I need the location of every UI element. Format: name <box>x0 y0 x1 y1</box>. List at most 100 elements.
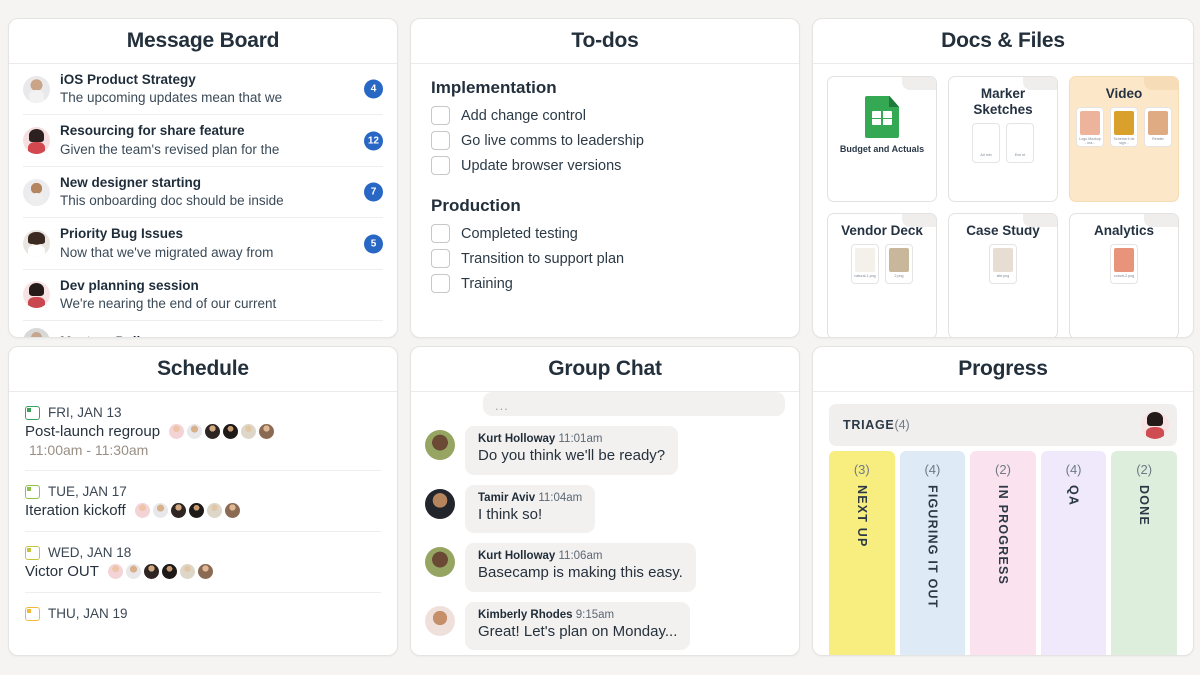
list-item[interactable]: Resourcing for share feature Given the te… <box>23 115 383 167</box>
file-thumbnail[interactable]: natural-1.png <box>851 243 879 284</box>
kanban-column-count: (4) <box>1065 462 1082 477</box>
calendar-icon <box>25 545 40 560</box>
file-card[interactable]: Budget and Actuals <box>827 76 937 202</box>
avatar <box>23 178 50 206</box>
file-card[interactable]: Video Logo Mockup - ora... Schema ti desig… <box>1069 76 1179 202</box>
status-badge: 4 <box>364 79 383 99</box>
file-thumbnail[interactable]: 2.png <box>885 243 913 284</box>
todo-item[interactable]: Update browser versions <box>431 153 779 178</box>
avatar <box>206 503 222 518</box>
file-card[interactable]: Analytics cohort-2.png <box>1069 213 1179 337</box>
triage-row[interactable]: TRIAGE(4) <box>829 404 1177 446</box>
checkbox[interactable] <box>431 224 450 243</box>
file-thumbnail[interactable]: cohort-2.png <box>1110 243 1138 284</box>
avatar <box>179 564 195 579</box>
kanban-column-count: (2) <box>1136 462 1153 477</box>
avatar <box>23 230 50 258</box>
checkbox[interactable] <box>431 131 450 150</box>
message-meta: Tamir Aviv 11:04am <box>478 492 582 504</box>
avatar <box>197 564 213 579</box>
avatar <box>23 127 50 155</box>
message-body: Basecamp is making this easy. <box>478 564 683 581</box>
attendee-avatars <box>107 564 213 579</box>
thumbnail-caption: cohort-2.png <box>1113 273 1135 278</box>
file-thumbnail[interactable]: Logo Mockup - ora... <box>1076 106 1104 147</box>
kanban-column[interactable]: (3) NEXT UP <box>829 451 895 655</box>
kanban-column[interactable]: (4) FIGURING IT OUT <box>899 451 966 655</box>
message-snippet: Now that we've migrated away from <box>60 244 274 260</box>
thumbnail-caption: Logo Mockup - ora... <box>1079 136 1101 145</box>
folder-tab-icon <box>902 214 936 227</box>
checkbox[interactable] <box>431 156 450 175</box>
message-text-wrap: Dev planning session We're nearing the en… <box>60 277 383 313</box>
schedule-event-title-row: Post-launch regroup <box>25 423 381 440</box>
schedule-date-row: WED, JAN 18 <box>25 545 381 560</box>
kanban-column[interactable]: (2) DONE <box>1111 451 1177 655</box>
chat-message-list: Kurt Holloway 11:01am Do you think we'll … <box>425 416 785 650</box>
message-author: Tamir Aviv <box>478 491 536 504</box>
attendee-avatars <box>169 424 275 439</box>
todo-label: Go live comms to leadership <box>461 132 644 149</box>
thumbnail-group: site.png <box>989 243 1017 284</box>
file-thumbnail[interactable]: Schema ti design... <box>1110 106 1138 147</box>
message-title: Priority Bug Issues <box>60 226 184 242</box>
avatar <box>143 564 159 579</box>
chat-message[interactable]: Kurt Holloway 11:06am Basecamp is making … <box>425 543 785 592</box>
file-card[interactable]: Vendor Deck natural-1.png 2.png <box>827 213 937 337</box>
file-card[interactable]: Case Study site.png <box>948 213 1058 337</box>
thumbnail-image <box>1148 110 1168 135</box>
todo-item[interactable]: Transition to support plan <box>431 246 779 271</box>
chat-message[interactable]: Kurt Holloway 11:01am Do you think we'll … <box>425 426 785 475</box>
schedule-event-title-row: Iteration kickoff <box>25 502 381 519</box>
truncated-message-bubble[interactable]: ... <box>483 392 785 416</box>
message-author: Kurt Holloway <box>478 550 556 562</box>
calendar-icon <box>25 484 40 499</box>
list-item[interactable]: iOS Product Strategy The upcoming updates… <box>23 64 383 116</box>
checkbox[interactable] <box>431 249 450 268</box>
avatar[interactable] <box>1141 411 1169 439</box>
calendar-icon <box>25 405 40 420</box>
folder-tab-icon <box>1144 77 1178 90</box>
file-thumbnail[interactable]: Eve nt <box>1006 122 1034 163</box>
file-thumbnail[interactable]: Ad min <box>972 122 1000 163</box>
schedule-event-time: 11:00am - 11:30am <box>29 442 149 458</box>
kanban-column[interactable]: (2) IN PROGRESS <box>970 451 1036 655</box>
schedule-event[interactable]: THU, JAN 19 <box>25 593 381 636</box>
schedule-event[interactable]: WED, JAN 18 Victor OUT <box>25 532 381 593</box>
checkbox[interactable] <box>431 106 450 125</box>
todo-label: Training <box>461 275 513 292</box>
kanban-columns: (3) NEXT UP (4) FIGURING IT OUT (2) IN PROGRE… <box>829 451 1177 655</box>
folder-tab-icon <box>902 77 936 90</box>
message-snippet: We're nearing the end of our current <box>60 295 277 311</box>
schedule-event[interactable]: TUE, JAN 17 Iteration kickoff <box>25 471 381 532</box>
todo-item[interactable]: Training <box>431 271 779 296</box>
schedule-event-title: Victor OUT <box>25 563 99 580</box>
progress-header: Progress <box>813 347 1193 392</box>
list-item[interactable]: New designer starting This onboarding doc… <box>23 167 383 219</box>
status-badge: 12 <box>363 131 383 151</box>
kanban-column[interactable]: (4) QA <box>1040 451 1107 655</box>
todo-item[interactable]: Completed testing <box>431 221 779 246</box>
todo-item[interactable]: Add change control <box>431 103 779 128</box>
todo-item[interactable]: Go live comms to leadership <box>431 128 779 153</box>
chat-message[interactable]: Kimberly Rhodes 9:15am Great! Let's plan … <box>425 601 785 650</box>
list-item[interactable]: Priority Bug Issues Now that we've migrat… <box>23 218 383 270</box>
schedule-date-label: THU, JAN 19 <box>48 606 128 621</box>
list-item[interactable]: Dev planning session We're nearing the en… <box>23 270 383 322</box>
panel-group-chat: Group Chat ... Kurt Holloway 11:01am Do y… <box>410 346 800 656</box>
message-list: iOS Product Strategy The upcoming updates… <box>9 64 397 337</box>
checkbox[interactable] <box>431 274 450 293</box>
file-thumbnail[interactable]: site.png <box>989 243 1017 284</box>
avatar <box>107 564 123 579</box>
chat-message[interactable]: Tamir Aviv 11:04am I think so! <box>425 484 785 533</box>
file-card[interactable]: Marker Sketches Ad min Eve nt <box>948 76 1058 202</box>
schedule-event[interactable]: FRI, JAN 13 Post-launch regroup 11:00am - … <box>25 392 381 471</box>
docs-files-body: Budget and Actuals Marker Sketches Ad min E… <box>813 64 1193 337</box>
message-snippet: The upcoming updates mean that we <box>60 90 283 106</box>
file-thumbnail[interactable]: Render <box>1144 106 1172 147</box>
avatar <box>188 503 204 518</box>
schedule-event-title: Iteration kickoff <box>25 502 126 519</box>
avatar <box>425 488 455 519</box>
list-item[interactable]: Meet-up Poll <box>23 321 383 337</box>
panel-progress: Progress TRIAGE(4) (3) NEXT UP (4) FIGURING… <box>812 346 1194 656</box>
